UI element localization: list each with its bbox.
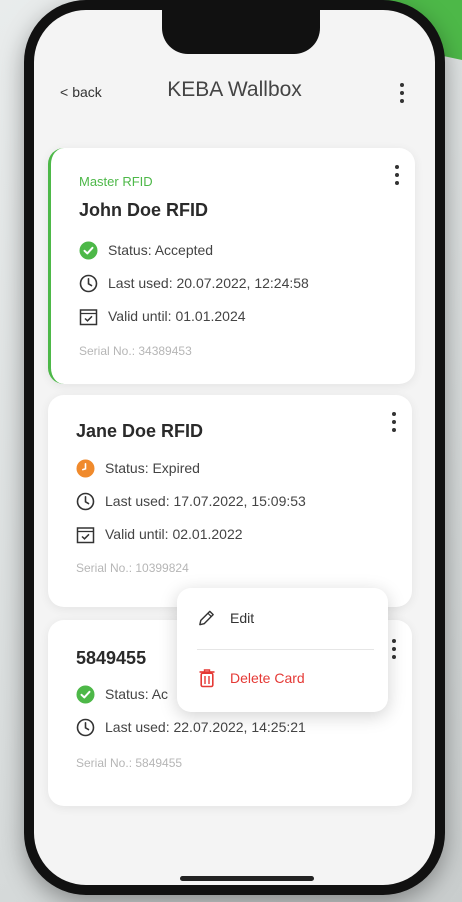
clock-warning-icon	[76, 459, 95, 478]
clock-icon	[76, 718, 95, 737]
valid-until-row: Valid until: 01.01.2024	[79, 305, 246, 327]
pencil-icon	[197, 608, 216, 627]
last-used-row: Last used: 22.07.2022, 14:25:21	[76, 716, 306, 738]
serial-number: Serial No.: 34389453	[79, 344, 192, 358]
rfid-card[interactable]: Master RFID John Doe RFID Status: Accept…	[48, 148, 415, 384]
last-used-row: Last used: 20.07.2022, 12:24:58	[79, 272, 309, 294]
last-used-text: Last used: 20.07.2022, 12:24:58	[108, 275, 309, 291]
status-row: Status: Ac	[76, 683, 168, 705]
status-text: Status: Expired	[105, 460, 200, 476]
valid-until-row: Valid until: 02.01.2022	[76, 523, 243, 545]
serial-number: Serial No.: 10399824	[76, 561, 189, 575]
edit-menu-item[interactable]: Edit	[197, 608, 254, 627]
clock-icon	[76, 492, 95, 511]
last-used-row: Last used: 17.07.2022, 15:09:53	[76, 490, 306, 512]
card-title: Jane Doe RFID	[76, 421, 204, 441]
calendar-check-icon	[76, 525, 95, 544]
status-text: Status: Ac	[105, 686, 169, 702]
card-title: 5849455	[76, 648, 147, 668]
home-indicator	[180, 876, 314, 881]
serial-number: Serial No.: 5849455	[76, 756, 183, 770]
phone-notch	[162, 10, 320, 54]
status-row: Status: Accepted	[79, 239, 213, 261]
card-context-menu: Edit Delete Card	[177, 588, 388, 712]
valid-until-text: Valid until: 02.01.2022	[105, 526, 243, 542]
delete-card-label: Delete Card	[230, 669, 305, 686]
edit-label: Edit	[230, 609, 255, 626]
status-text: Status: Accepted	[108, 242, 214, 258]
last-used-text: Last used: 22.07.2022, 14:25:21	[105, 719, 306, 735]
check-circle-icon	[76, 685, 95, 704]
delete-card-menu-item[interactable]: Delete Card	[197, 668, 305, 687]
page-title: KEBA Wallbox	[167, 78, 302, 101]
valid-until-text: Valid until: 01.01.2024	[108, 308, 246, 324]
app-screen: < back KEBA Wallbox Master RFID John Doe…	[34, 10, 435, 885]
rfid-card[interactable]: Jane Doe RFID Status: Expired Last used:…	[48, 395, 412, 607]
trash-icon	[197, 668, 216, 687]
card-more-options-icon[interactable]	[384, 409, 404, 435]
master-rfid-label: Master RFID	[79, 174, 153, 189]
status-row: Status: Expired	[76, 457, 200, 479]
check-circle-icon	[79, 241, 98, 260]
last-used-text: Last used: 17.07.2022, 15:09:53	[105, 493, 306, 509]
card-title: John Doe RFID	[79, 200, 208, 220]
clock-icon	[79, 274, 98, 293]
menu-divider	[197, 649, 374, 650]
more-options-icon[interactable]	[392, 80, 412, 106]
card-more-options-icon[interactable]	[387, 162, 407, 188]
calendar-check-icon	[79, 307, 98, 326]
phone-frame: < back KEBA Wallbox Master RFID John Doe…	[24, 0, 445, 895]
app-header: < back KEBA Wallbox	[34, 76, 435, 110]
